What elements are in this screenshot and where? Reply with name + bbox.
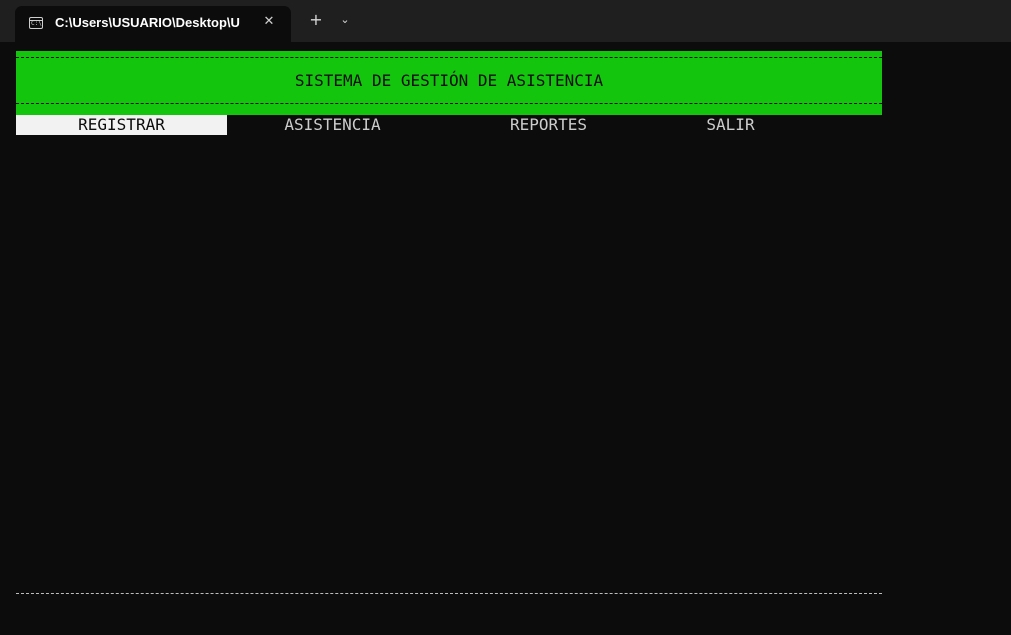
menu-item-salir[interactable]: SALIR: [625, 115, 836, 135]
new-tab-button[interactable]: +: [306, 10, 326, 30]
tab-title: C:\Users\USUARIO\Desktop\U: [55, 15, 240, 30]
menu-item-reportes[interactable]: REPORTES: [443, 115, 654, 135]
terminal-icon: C:\: [29, 17, 43, 29]
banner-bottom-divider: [16, 103, 882, 104]
chevron-down-icon[interactable]: ⌄: [336, 10, 354, 30]
app-title: SISTEMA DE GESTIÓN DE ASISTENCIA: [294, 71, 604, 90]
title-banner: SISTEMA DE GESTIÓN DE ASISTENCIA: [16, 51, 882, 115]
banner-top-divider: [16, 57, 882, 58]
close-tab-icon[interactable]: ✕: [261, 13, 277, 31]
menu-item-asistencia[interactable]: ASISTENCIA: [227, 115, 438, 135]
footer-divider: [16, 593, 882, 594]
console-output: SISTEMA DE GESTIÓN DE ASISTENCIA REGISTR…: [0, 42, 1011, 635]
menu-item-registrar[interactable]: REGISTRAR: [16, 115, 227, 135]
window-titlebar: C:\ C:\Users\USUARIO\Desktop\U ✕ + ⌄: [0, 0, 1011, 42]
terminal-tab[interactable]: C:\ C:\Users\USUARIO\Desktop\U ✕: [15, 6, 291, 42]
